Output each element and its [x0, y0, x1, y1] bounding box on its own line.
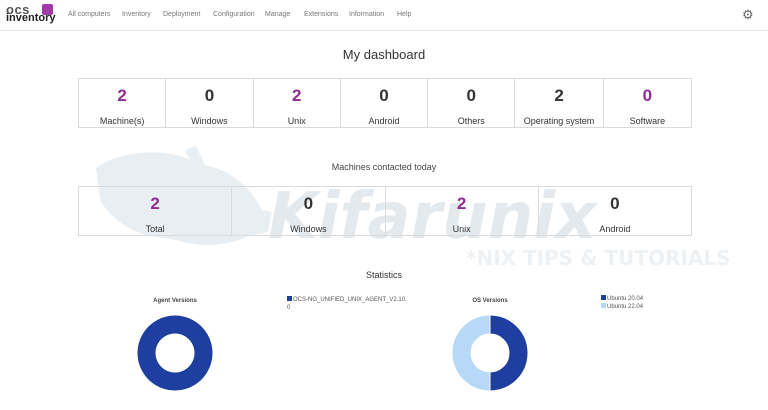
agent-versions-donut-chart	[136, 314, 214, 392]
legend-item[interactable]: Ubuntu 22.04	[601, 303, 691, 311]
page-title: My dashboard	[342, 47, 426, 62]
legend-item[interactable]: Ubuntu 20.04	[601, 295, 691, 303]
card-label: Android	[599, 224, 631, 234]
card-value: 2	[554, 86, 564, 105]
nav-help[interactable]: Help	[397, 11, 411, 18]
legend-swatch	[601, 303, 606, 308]
card-value: 2	[456, 194, 467, 213]
os-versions-donut-chart	[451, 314, 529, 392]
gear-icon[interactable]: ⚙	[742, 7, 754, 23]
nav-manage[interactable]: Manage	[265, 11, 290, 18]
donut-slice-ubuntu-20-04[interactable]	[489, 314, 529, 392]
card-label: Windows	[290, 224, 327, 234]
legend-label: Ubuntu 20.04	[607, 296, 644, 302]
card-others[interactable]: 0 Others	[428, 79, 516, 127]
nav-all-computers[interactable]: All computers	[68, 11, 110, 18]
card-label: Android	[368, 116, 400, 126]
os-versions-title: OS Versions	[472, 298, 508, 304]
card-value: 0	[379, 86, 389, 105]
ocs-logo[interactable]: ocs inventory	[6, 2, 56, 26]
agent-versions-legend: OCS-NG_UNIFIED_UNIX_AGENT_V2.10.0	[287, 296, 407, 312]
agent-versions-title: Agent Versions	[153, 298, 197, 304]
nav-information[interactable]: Information	[349, 11, 384, 18]
card-unix[interactable]: 2 Unix	[254, 79, 341, 127]
card-label: Windows	[191, 116, 228, 126]
contacted-title: Machines contacted today	[331, 162, 437, 172]
nav-deployment[interactable]: Deployment	[163, 11, 200, 18]
logo-bottom-text: inventory	[6, 12, 56, 24]
card-value: 2	[291, 86, 302, 105]
card-machines[interactable]: 2 Machine(s)	[79, 79, 167, 127]
card-label: Unix	[287, 116, 306, 126]
top-navbar: ocs inventory All computers Inventory De…	[0, 0, 768, 31]
card-value: 2	[117, 86, 127, 105]
card-android[interactable]: 0 Android	[341, 79, 429, 127]
legend-label: OCS-NG_UNIFIED_UNIX_AGENT_V2.10.0	[287, 297, 407, 311]
watermark-tagline: *NIX TIPS & TUTORIALS	[466, 246, 731, 270]
donut-slice-ocs-ng-unified-unix-agent-v2-10-0[interactable]	[136, 314, 214, 392]
legend-swatch	[601, 295, 606, 300]
card-label: Software	[629, 116, 666, 126]
card-value: 0	[466, 86, 476, 105]
contacted-card-windows[interactable]: 0 Windows	[232, 187, 386, 235]
nav-inventory[interactable]: Inventory	[122, 11, 151, 18]
card-value: 0	[303, 194, 314, 213]
legend-swatch	[287, 296, 292, 301]
statistics-title: Statistics	[365, 270, 402, 280]
card-value: 0	[610, 194, 620, 213]
nav-extensions[interactable]: Extensions	[304, 11, 338, 18]
card-label: Unix	[452, 224, 471, 234]
contacted-summary-cards: 2 Total 0 Windows 2 Unix 0 Android	[78, 186, 692, 236]
card-software[interactable]: 0 Software	[604, 79, 691, 127]
contacted-card-unix[interactable]: 2 Unix	[386, 187, 539, 235]
os-versions-legend: Ubuntu 20.04 Ubuntu 22.04	[601, 295, 691, 311]
legend-label: Ubuntu 22.04	[607, 304, 644, 310]
donut-slice-ubuntu-22-04[interactable]	[451, 314, 491, 392]
card-value: 0	[642, 86, 653, 105]
nav-configuration[interactable]: Configuration	[213, 11, 255, 18]
card-label: Machine(s)	[99, 116, 145, 126]
card-windows[interactable]: 0 Windows	[166, 79, 254, 127]
card-value: 2	[150, 194, 160, 213]
contacted-card-android[interactable]: 0 Android	[539, 187, 691, 235]
card-operating-system[interactable]: 2 Operating system	[515, 79, 604, 127]
card-label: Others	[457, 116, 485, 126]
card-label: Total	[145, 224, 165, 234]
dashboard-summary-cards: 2 Machine(s) 0 Windows 2 Unix 0 Android …	[78, 78, 692, 128]
card-label: Operating system	[523, 116, 595, 126]
card-value: 0	[204, 86, 215, 105]
contacted-card-total[interactable]: 2 Total	[79, 187, 233, 235]
